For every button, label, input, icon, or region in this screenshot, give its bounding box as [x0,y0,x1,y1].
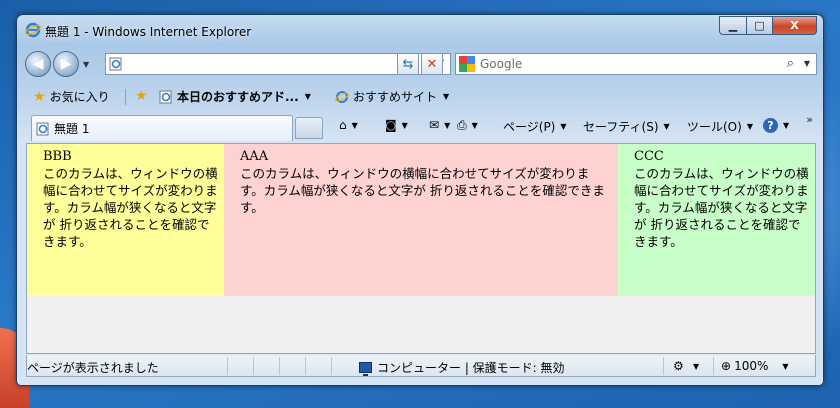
column-right: CCC このカラムは、ウィンドウの横幅に合わせてサイズが変わります。カラム幅が狭… [618,144,815,296]
tools-menu[interactable]: ツール(O) ▼ [687,118,753,135]
home-button[interactable]: ⌂ ▼ [339,118,358,132]
computer-icon [359,362,372,376]
help-icon: ? [763,118,778,133]
zoom-control[interactable]: ⊕ 100% ▼ [721,359,789,373]
stop-icon: ✕ [426,56,438,72]
favorites-label: お気に入り [49,90,110,104]
safety-menu-label: セーフティ(S) [583,120,659,134]
print-button[interactable]: ⎙ ▼ [457,118,478,133]
chevron-down-icon: ▼ [351,120,358,130]
favorites-separator [125,89,126,105]
column-heading: CCC [634,149,664,164]
column-left: BBB このカラムは、ウィンドウの横幅に合わせてサイズが変わります。カラム幅が狭… [27,144,224,296]
search-placeholder: Google [480,57,523,71]
search-icon[interactable]: ⌕ [787,56,794,71]
zone-label: コンピューター | 保護モード: 無効 [377,361,565,375]
ie-logo-icon [25,22,41,38]
tools-menu-label: ツール(O) [687,120,742,134]
ie-logo-icon [335,90,349,103]
page-ie-icon [159,90,172,103]
toolbar-overflow-button[interactable]: » [806,113,813,126]
mail-button[interactable]: ✉ ▼ [429,118,450,132]
column-text: このカラムは、ウィンドウの横幅に合わせてサイズが変わります。カラム幅が狭くなると… [240,166,605,215]
status-bar: ページが表示されました コンピューター | 保護モード: 無効 ⚙ ▼ ⊕ 10… [26,355,816,377]
status-text: ページが表示されました [27,361,159,375]
popup-blocker-icon[interactable]: ⚙ [673,359,684,373]
suggested-sites-link[interactable]: おすすめサイト ▼ [335,88,449,105]
arrow-right-icon: ▶ [60,56,72,72]
recommended-addons-link[interactable]: 本日のおすすめアド... ▼ [159,88,311,105]
maximize-button[interactable]: □ [747,16,773,35]
page-menu[interactable]: ページ(P) ▼ [503,118,567,135]
status-divider [305,357,306,375]
zoom-icon: ⊕ [721,359,732,373]
navigation-row: ◀ ▶ ▼ ▼ ⇆ ✕ Google ⌕ ▼ [17,49,823,79]
chevron-down-icon: ▼ [443,92,450,101]
search-provider-dropdown[interactable]: ▼ [804,59,810,68]
back-button[interactable]: ◀ [25,51,51,77]
chevron-down-icon: ▼ [782,361,789,371]
add-favorite-star-icon: ★ [135,88,148,104]
chevron-down-icon: ▼ [401,120,408,130]
caption-buttons: ▁ □ X [719,16,817,35]
security-zone[interactable]: コンピューター | 保護モード: 無効 [359,359,565,376]
chevron-down-icon[interactable]: ▼ [693,362,699,371]
new-tab-button[interactable] [295,117,323,139]
column-heading: AAA [240,149,269,164]
stop-button[interactable]: ✕ [421,53,443,75]
chevron-down-icon: ▼ [783,121,790,130]
chevron-down-icon: ▼ [471,121,478,130]
title-bar[interactable]: 無題 1 - Windows Internet Explorer ▁ □ X [17,15,823,45]
chevron-down-icon: ▼ [663,122,670,131]
page-menu-label: ページ(P) [503,120,556,134]
column-text: このカラムは、ウィンドウの横幅に合わせてサイズが変わります。カラム幅が狭くなると… [634,166,809,249]
status-divider [279,357,280,375]
chevron-down-icon: ▼ [444,120,451,130]
status-divider [331,357,332,375]
star-icon: ★ [33,88,46,105]
search-box[interactable]: Google ⌕ ▼ [455,53,817,75]
favorites-button[interactable]: ★ お気に入り [33,88,110,105]
page-content: BBB このカラムは、ウィンドウの横幅に合わせてサイズが変わります。カラム幅が狭… [26,143,816,354]
favorites-bar: ★ お気に入り ★ 本日のおすすめアド... ▼ おすすめサイト ▼ [17,85,823,109]
column-center: AAA このカラムは、ウィンドウの横幅に合わせてサイズが変わります。カラム幅が狭… [224,144,618,296]
arrow-left-icon: ◀ [32,56,44,72]
status-divider [253,357,254,375]
forward-button[interactable]: ▶ [53,51,79,77]
page-ie-icon [36,122,49,135]
tab-untitled[interactable]: 無題 1 [31,115,293,141]
tab-title: 無題 1 [54,122,90,136]
zoom-level: 100% [734,359,769,373]
page-ie-icon [109,57,122,71]
suggested-sites-label: おすすめサイト [353,90,438,104]
add-to-favorites-button[interactable]: ★ [135,88,152,104]
safety-menu[interactable]: セーフティ(S) ▼ [583,118,670,135]
printer-icon: ⎙ [457,118,467,132]
browser-window: 無題 1 - Windows Internet Explorer ▁ □ X ◀… [16,14,824,386]
minimize-button[interactable]: ▁ [719,16,747,35]
help-button[interactable]: ? ▼ [763,118,789,133]
mail-icon: ✉ [429,118,440,132]
close-button[interactable]: X [773,16,817,35]
recommended-addons-label: 本日のおすすめアド... [177,90,299,104]
refresh-icon: ⇆ [402,56,414,72]
feeds-button[interactable]: ◙ ▼ [385,118,408,132]
status-divider [227,357,228,375]
column-text: このカラムは、ウィンドウの横幅に合わせてサイズが変わります。カラム幅が狭くなると… [43,166,218,249]
chevron-down-icon: ▼ [560,122,567,131]
rss-feed-icon: ◙ [385,118,397,132]
refresh-button[interactable]: ⇆ [397,53,419,75]
chevron-down-icon: ▼ [746,122,753,131]
status-divider [663,357,664,375]
home-icon: ⌂ [339,118,347,132]
google-logo-icon [459,56,475,72]
column-heading: BBB [43,149,72,164]
window-title: 無題 1 - Windows Internet Explorer [45,25,252,39]
recent-pages-dropdown[interactable]: ▼ [83,60,89,69]
command-row: 無題 1 ⌂ ▼ ◙ ▼ ✉ ▼ ⎙ ▼ ページ(P) ▼ セーフティ(S) ▼ ツール(O… [17,113,823,141]
status-divider [713,357,714,375]
chevron-down-icon: ▼ [304,92,311,101]
